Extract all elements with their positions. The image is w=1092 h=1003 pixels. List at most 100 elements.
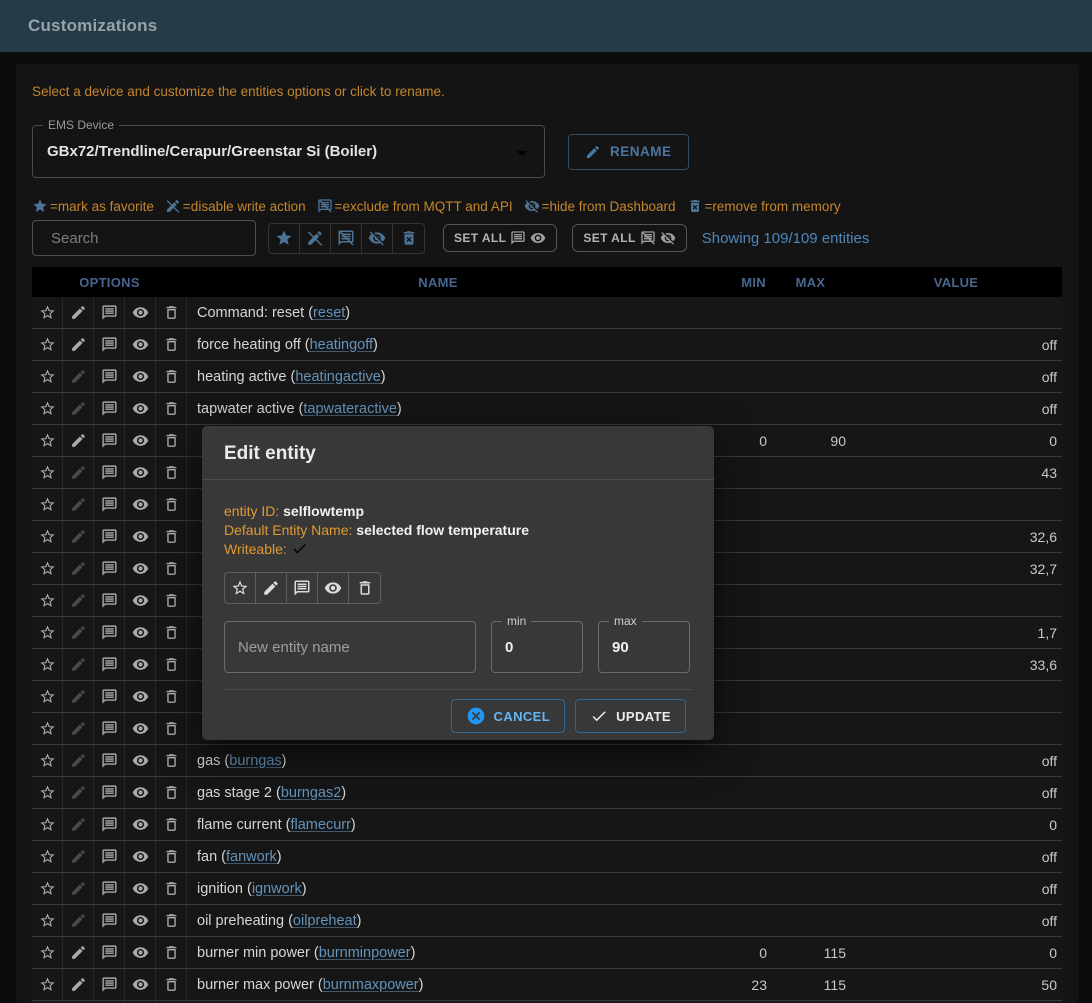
entity-link[interactable]: reset [313, 305, 345, 321]
edit-icon[interactable] [63, 809, 94, 840]
mqtt-exclude-icon[interactable] [94, 457, 125, 488]
mqtt-exclude-icon[interactable] [94, 489, 125, 520]
mqtt-exclude-icon[interactable] [94, 553, 125, 584]
visibility-icon[interactable] [125, 713, 156, 744]
delete-icon[interactable] [156, 969, 187, 1000]
edit-icon[interactable] [63, 297, 94, 328]
delete-icon[interactable] [156, 905, 187, 936]
mqtt-exclude-icon[interactable] [94, 873, 125, 904]
favorite-icon[interactable] [32, 329, 63, 360]
edit-icon[interactable] [63, 681, 94, 712]
edit-icon[interactable] [63, 649, 94, 680]
visibility-icon[interactable] [125, 297, 156, 328]
search-input[interactable] [51, 230, 250, 247]
favorite-icon[interactable] [32, 937, 63, 968]
delete-icon[interactable] [156, 713, 187, 744]
entity-link[interactable]: fanwork [226, 849, 277, 865]
visibility-icon[interactable] [125, 873, 156, 904]
visibility-icon[interactable] [125, 681, 156, 712]
set-all-show-button[interactable]: SET ALL [443, 224, 557, 252]
delete-icon[interactable] [156, 617, 187, 648]
delete-icon[interactable] [156, 809, 187, 840]
edit-icon[interactable] [63, 585, 94, 616]
mqtt-exclude-icon[interactable] [94, 617, 125, 648]
mqtt-exclude-icon[interactable] [94, 585, 125, 616]
favorite-icon[interactable] [32, 489, 63, 520]
entity-link[interactable]: burngas [229, 753, 281, 769]
edit-icon[interactable] [63, 489, 94, 520]
delete-icon[interactable] [156, 457, 187, 488]
edit-icon[interactable] [63, 329, 94, 360]
mqtt-exclude-icon[interactable] [94, 777, 125, 808]
mqtt-exclude-icon[interactable] [94, 681, 125, 712]
visibility-icon[interactable] [125, 553, 156, 584]
edit-icon[interactable] [63, 617, 94, 648]
delete-icon[interactable] [156, 521, 187, 552]
favorite-icon[interactable] [32, 649, 63, 680]
favorite-icon[interactable] [32, 457, 63, 488]
update-button[interactable]: UPDATE [575, 699, 686, 733]
favorite-icon[interactable] [32, 809, 63, 840]
mqtt-exclude-icon[interactable] [94, 329, 125, 360]
favorite-icon[interactable] [32, 361, 63, 392]
edit-icon[interactable] [63, 937, 94, 968]
edit-icon[interactable] [63, 905, 94, 936]
max-input[interactable] [612, 639, 676, 656]
favorite-icon[interactable] [32, 777, 63, 808]
filter-hide-dashboard-button[interactable] [362, 224, 393, 253]
new-entity-name-input[interactable] [238, 639, 462, 656]
favorite-icon[interactable] [32, 553, 63, 584]
visibility-icon[interactable] [125, 585, 156, 616]
set-all-hide-button[interactable]: SET ALL [572, 224, 686, 252]
visibility-icon[interactable] [125, 809, 156, 840]
entity-link[interactable]: oilpreheat [293, 913, 357, 929]
mqtt-toggle-button[interactable] [287, 573, 318, 603]
visibility-toggle-button[interactable] [318, 573, 349, 603]
favorite-toggle-button[interactable] [225, 573, 256, 603]
ems-device-select[interactable]: EMS Device GBx72/Trendline/Cerapur/Green… [32, 125, 545, 178]
edit-icon[interactable] [63, 521, 94, 552]
favorite-icon[interactable] [32, 681, 63, 712]
visibility-icon[interactable] [125, 745, 156, 776]
visibility-icon[interactable] [125, 489, 156, 520]
delete-icon[interactable] [156, 297, 187, 328]
rename-button[interactable]: RENAME [568, 134, 689, 170]
mqtt-exclude-icon[interactable] [94, 425, 125, 456]
visibility-icon[interactable] [125, 521, 156, 552]
favorite-icon[interactable] [32, 873, 63, 904]
delete-icon[interactable] [156, 841, 187, 872]
visibility-icon[interactable] [125, 777, 156, 808]
mqtt-exclude-icon[interactable] [94, 841, 125, 872]
favorite-icon[interactable] [32, 521, 63, 552]
min-input[interactable] [505, 639, 569, 656]
visibility-icon[interactable] [125, 905, 156, 936]
favorite-icon[interactable] [32, 841, 63, 872]
visibility-icon[interactable] [125, 329, 156, 360]
edit-icon[interactable] [63, 745, 94, 776]
visibility-icon[interactable] [125, 969, 156, 1000]
mqtt-exclude-icon[interactable] [94, 905, 125, 936]
favorite-icon[interactable] [32, 905, 63, 936]
delete-icon[interactable] [156, 361, 187, 392]
favorite-icon[interactable] [32, 617, 63, 648]
edit-icon[interactable] [63, 361, 94, 392]
delete-icon[interactable] [156, 425, 187, 456]
mqtt-exclude-icon[interactable] [94, 937, 125, 968]
edit-icon[interactable] [63, 777, 94, 808]
entity-link[interactable]: tapwateractive [303, 401, 397, 417]
entity-link[interactable]: burnminpower [319, 945, 411, 961]
delete-toggle-button[interactable] [349, 573, 380, 603]
mqtt-exclude-icon[interactable] [94, 809, 125, 840]
visibility-icon[interactable] [125, 361, 156, 392]
favorite-icon[interactable] [32, 425, 63, 456]
delete-icon[interactable] [156, 681, 187, 712]
visibility-icon[interactable] [125, 425, 156, 456]
mqtt-exclude-icon[interactable] [94, 713, 125, 744]
entity-link[interactable]: ignwork [252, 881, 302, 897]
visibility-icon[interactable] [125, 841, 156, 872]
favorite-icon[interactable] [32, 745, 63, 776]
filter-favorite-button[interactable] [269, 224, 300, 253]
visibility-icon[interactable] [125, 649, 156, 680]
delete-icon[interactable] [156, 649, 187, 680]
cancel-button[interactable]: CANCEL [451, 699, 566, 733]
